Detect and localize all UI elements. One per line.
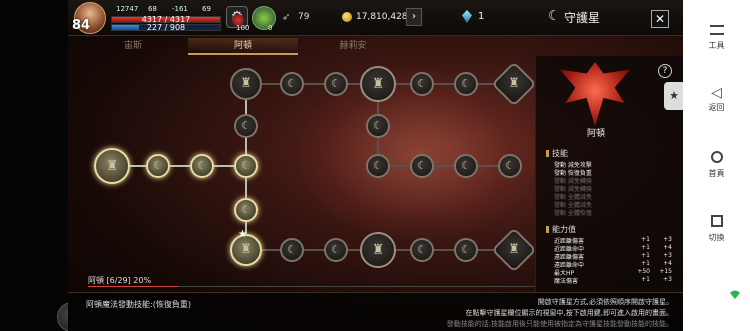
star-node[interactable]: ☾ [454,238,478,262]
stat-current: +1 [641,236,650,243]
back-icon: ◁ [711,85,722,101]
star-node[interactable]: ☾ [410,72,434,96]
left-rail [0,0,68,331]
gem-icon [462,10,472,23]
tab-helian[interactable]: 赫莉安 [298,38,408,55]
recent-apps-icon [683,214,750,232]
aton-crest-icon [560,62,630,126]
star-node[interactable]: ☾ [324,238,348,262]
tools-button[interactable]: 工具 [683,22,750,51]
back-label: 返回 [708,103,725,112]
herb-count: 0 [268,24,273,32]
selected-star-icon: ★ [238,229,247,240]
stat-current: +1 [641,276,650,283]
potion-count: 100 [236,24,250,32]
gem-value: 1 [478,11,485,22]
mp-text: 227 / 908 [146,23,186,32]
active-skill-text: 阿頓魔法發動技能:(恢復負重) [86,300,191,309]
stat-current: +1 [641,260,650,267]
grid-icon [683,22,750,40]
star-node-active[interactable]: ☾ [234,198,258,222]
progress-label: 阿頓 [6/29] 20% [88,276,152,285]
star-node[interactable]: ☾ [410,154,434,178]
star-node[interactable]: ☾ [366,114,390,138]
star-node-active[interactable]: ☾ [146,154,170,178]
gold-value: 17,810,428 [356,12,408,22]
progress-bar-fill [88,286,178,287]
star-node[interactable]: ☾ [498,154,522,178]
switch-label: 切換 [708,233,725,242]
star-node-active[interactable]: ☾ [190,154,214,178]
star-node-active[interactable]: ♜ [94,148,130,184]
stat-current: +50 [637,268,650,275]
info-note: 開啟守護星方式,必須依照順序開啟守護星。 [537,298,673,306]
star-node[interactable]: ☾ [280,238,304,262]
star-node[interactable]: ☾ [280,72,304,96]
skill-item: 發動 全體恢復 [554,210,592,217]
constellation-tree: ♜ ☾ ☾ ♜ ☾ ☾ ♜ ☾ ☾ ♜ ☾ ☾ ☾ ☾ ☾ ☾ ☾ ☾ ♜ ★ … [68,56,538,286]
star-node[interactable]: ☾ [454,154,478,178]
star-node[interactable]: ♜ [230,68,262,100]
close-button[interactable]: ✕ [651,10,669,28]
star-node[interactable]: ☾ [234,114,258,138]
system-nav-bar: 工具 ◁ 返回 首頁 切換 [683,0,750,331]
stat-value: -161 [172,5,188,13]
star-node-active[interactable]: ☾ [234,154,258,178]
tab-aton[interactable]: 阿頓 [188,38,298,55]
crest-name: 阿頓 [586,129,605,139]
home-button[interactable]: 首頁 [683,150,750,179]
top-hud: 84 12747 68 -161 69 4317 / 4317 227 / 90… [68,0,683,36]
info-note: 發動技能的話,技能啟用後只能使用被指定為守護星技能發動技能的技能。 [446,320,673,328]
home-label: 首頁 [708,169,725,178]
stat-current: +1 [641,252,650,259]
star-node[interactable]: ♜ [360,66,396,102]
tools-label: 工具 [708,41,725,50]
game-window: 84 12747 68 -161 69 4317 / 4317 227 / 90… [68,0,683,331]
tab-bar: 宙斯 阿頓 赫莉安 [68,38,438,55]
stat-name: 魔法傷害 [554,278,579,285]
mp-bar: 227 / 908 [111,23,221,32]
wing-icon: ➶ [282,12,291,23]
stat-next: +15 [659,268,672,275]
gold-coin-icon [342,12,352,22]
tab-zeus[interactable]: 宙斯 [78,38,188,55]
stats-title: 能力值 [546,224,576,235]
info-note: 在點擊守護星欄位顯示的視窗中,按下啟用鍵,即可進入啟用的畫面。 [465,309,673,317]
stat-next: +3 [663,236,672,243]
stat-next: +4 [663,244,672,251]
stat-next: +3 [663,252,672,259]
hp-bar: 4317 / 4317 [111,15,221,24]
wifi-icon [730,290,740,299]
stat-value: 69 [202,5,211,13]
home-icon [683,150,750,168]
window-title: 守護星 [564,11,601,25]
star-node[interactable]: ☾ [410,238,434,262]
player-level: 84 [72,18,91,33]
star-node[interactable]: ☾ [324,72,348,96]
wings-value: 79 [298,12,310,22]
stat-current: +1 [641,244,650,251]
star-node[interactable]: ☾ [366,154,390,178]
stat-next: +4 [663,260,672,267]
stat-next: +3 [663,276,672,283]
back-button[interactable]: ◁ 返回 [683,84,750,113]
bottom-info-bar: 阿頓魔法發動技能:(恢復負重) 開啟守護星方式,必須依照順序開啟守護星。 在點擊… [68,292,683,331]
stat-value: 12747 [116,5,139,13]
progress-bar [88,286,538,287]
help-button[interactable]: ? [658,64,672,78]
guardian-star-icon: ☾ [548,8,561,24]
switch-button[interactable]: 切換 [683,214,750,243]
star-node[interactable]: ♜ [360,232,396,268]
star-node[interactable]: ☾ [454,72,478,96]
stat-value: 68 [148,5,157,13]
detail-panel: 阿頓 ? ★ 技能 發動 減免攻擊 發動 恢復負重 發動 減免轉換 發動 減免轉換 發動… [535,56,683,296]
gold-expand-button[interactable]: › [406,8,422,26]
side-star-tab[interactable]: ★ [664,82,683,110]
skills-title: 技能 [546,148,568,159]
